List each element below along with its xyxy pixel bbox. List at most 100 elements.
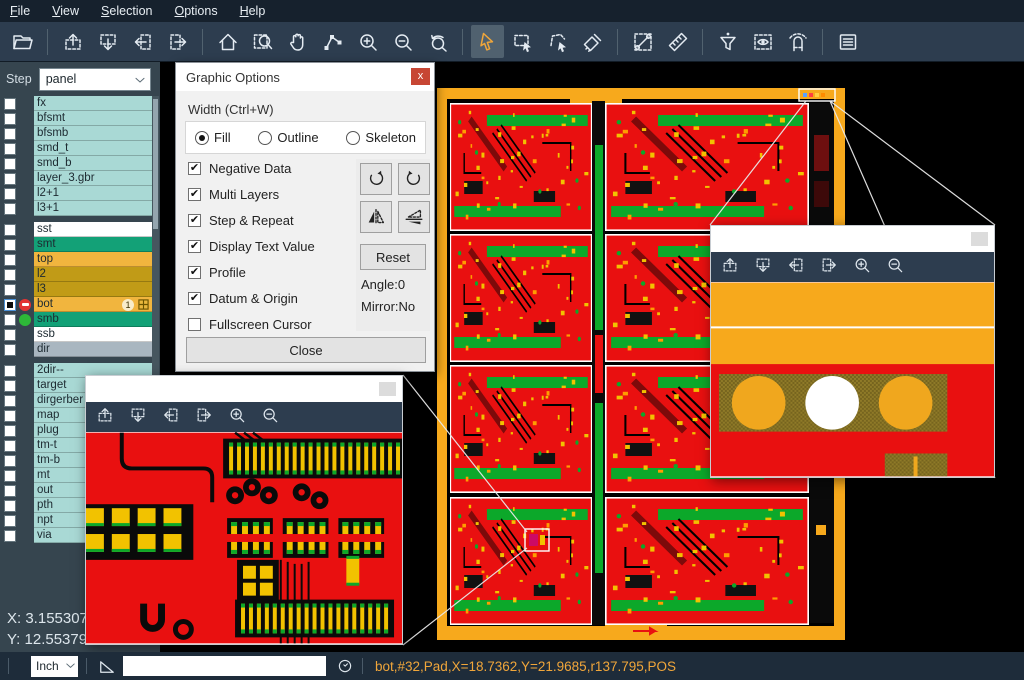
- layer-row-sst[interactable]: sst: [0, 222, 152, 237]
- dialog-title-bar[interactable]: Graphic Options x: [176, 63, 434, 91]
- layer-row-layer-3-gbr[interactable]: layer_3.gbr: [0, 171, 152, 186]
- layer-visibility-checkbox[interactable]: [4, 314, 16, 326]
- checkbox-box[interactable]: ✔: [188, 240, 201, 253]
- pan-tool-button[interactable]: [281, 25, 314, 58]
- layer-label[interactable]: bfsmt: [34, 111, 152, 126]
- checkbox-multi-layers[interactable]: ✔Multi Layers: [188, 187, 279, 202]
- layer-label[interactable]: l3+1: [34, 201, 152, 216]
- layer-label[interactable]: fx: [34, 96, 152, 111]
- flip-slope-button[interactable]: [398, 201, 430, 233]
- zoom-in-button[interactable]: [227, 405, 247, 430]
- select-tool-button[interactable]: [471, 25, 504, 58]
- zoom-window-title-bar[interactable]: [86, 376, 402, 402]
- zoom-in-button[interactable]: [852, 255, 872, 280]
- layer-visibility-checkbox[interactable]: [4, 380, 16, 392]
- layer-row-smd-t[interactable]: smd_t: [0, 141, 152, 156]
- menu-item-selection[interactable]: Selection: [101, 4, 152, 18]
- refresh-icon[interactable]: [336, 657, 354, 675]
- layer-row-fx[interactable]: fx: [0, 96, 152, 111]
- layer-visibility-checkbox[interactable]: [4, 455, 16, 467]
- checkbox-box[interactable]: ✔: [188, 162, 201, 175]
- radio-dot[interactable]: [195, 131, 209, 145]
- zoom-window-menu-button[interactable]: [971, 232, 988, 246]
- layer-visibility-checkbox[interactable]: [4, 299, 16, 311]
- measure-distance-button[interactable]: [626, 25, 659, 58]
- layer-visibility-checkbox[interactable]: [4, 425, 16, 437]
- unit-select[interactable]: Inch: [31, 656, 78, 677]
- layer-visibility-checkbox[interactable]: [4, 173, 16, 185]
- layer-visibility-checkbox[interactable]: [4, 515, 16, 527]
- zoom-window-pad[interactable]: [710, 225, 995, 478]
- shift-left-button[interactable]: [786, 255, 806, 280]
- rotate-cw-button[interactable]: [360, 163, 392, 195]
- layer-row-smt[interactable]: smt: [0, 237, 152, 252]
- layer-row-smb[interactable]: smb: [0, 312, 152, 327]
- layer-label[interactable]: top: [34, 252, 152, 267]
- shift-left-button[interactable]: [161, 405, 181, 430]
- zoom-window-button[interactable]: [246, 25, 279, 58]
- zoom-in-button[interactable]: [351, 25, 384, 58]
- layer-row-bfsmb[interactable]: bfsmb: [0, 126, 152, 141]
- properties-panel-button[interactable]: [831, 25, 864, 58]
- layer-label[interactable]: smt: [34, 237, 152, 252]
- shift-down-button[interactable]: [753, 255, 773, 280]
- layer-label[interactable]: smb: [34, 312, 152, 327]
- layer-visibility-checkbox[interactable]: [4, 239, 16, 251]
- ruler-button[interactable]: [661, 25, 694, 58]
- zoom-previous-button[interactable]: [421, 25, 454, 58]
- layer-visibility-checkbox[interactable]: [4, 329, 16, 341]
- menu-item-file[interactable]: File: [10, 4, 30, 18]
- shift-up-button[interactable]: [720, 255, 740, 280]
- zoom-window-menu-button[interactable]: [379, 382, 396, 396]
- checkbox-fullscreen-cursor[interactable]: Fullscreen Cursor: [188, 317, 312, 332]
- zoom-window-title-bar[interactable]: [711, 226, 994, 252]
- checkbox-box[interactable]: ✔: [188, 266, 201, 279]
- reset-button[interactable]: Reset: [360, 244, 426, 270]
- checkbox-box[interactable]: [188, 318, 201, 331]
- filter-button[interactable]: [711, 25, 744, 58]
- layer-visibility-checkbox[interactable]: [4, 128, 16, 140]
- radio-outline[interactable]: Outline: [258, 130, 318, 145]
- snap-button[interactable]: [781, 25, 814, 58]
- layer-visibility-checkbox[interactable]: [4, 143, 16, 155]
- pan-left-button[interactable]: [126, 25, 159, 58]
- layer-label[interactable]: sst: [34, 222, 152, 237]
- shift-right-button[interactable]: [819, 255, 839, 280]
- layer-row-l3[interactable]: l3: [0, 282, 152, 297]
- layer-visibility-checkbox[interactable]: [4, 188, 16, 200]
- layer-visibility-checkbox[interactable]: [4, 113, 16, 125]
- layer-label[interactable]: l2: [34, 267, 152, 282]
- checkbox-box[interactable]: ✔: [188, 292, 201, 305]
- checkbox-profile[interactable]: ✔Profile: [188, 265, 246, 280]
- checkbox-step-repeat[interactable]: ✔Step & Repeat: [188, 213, 294, 228]
- layer-visibility-checkbox[interactable]: [4, 344, 16, 356]
- zoom-out-button[interactable]: [260, 405, 280, 430]
- open-button[interactable]: [6, 25, 39, 58]
- polygon-select-button[interactable]: [541, 25, 574, 58]
- layer-visibility-checkbox[interactable]: [4, 365, 16, 377]
- layer-label[interactable]: smd_t: [34, 141, 152, 156]
- menu-item-help[interactable]: Help: [240, 4, 266, 18]
- dialog-close-button[interactable]: x: [411, 68, 430, 85]
- layer-row-dir[interactable]: dir: [0, 342, 152, 357]
- layer-visibility-checkbox[interactable]: [4, 410, 16, 422]
- layer-label[interactable]: bot1: [34, 297, 152, 312]
- layer-row-bot[interactable]: bot1: [0, 297, 152, 312]
- layer-row-top[interactable]: top: [0, 252, 152, 267]
- layer-row-ssb[interactable]: ssb: [0, 327, 152, 342]
- layer-row-smd-b[interactable]: smd_b: [0, 156, 152, 171]
- layer-visibility-checkbox[interactable]: [4, 485, 16, 497]
- layer-row-bfsmt[interactable]: bfsmt: [0, 111, 152, 126]
- layer-visibility-checkbox[interactable]: [4, 284, 16, 296]
- layer-row-l2-1[interactable]: l2+1: [0, 186, 152, 201]
- layer-visibility-checkbox[interactable]: [4, 98, 16, 110]
- layer-visibility-checkbox[interactable]: [4, 203, 16, 215]
- layer-visibility-checkbox[interactable]: [4, 530, 16, 542]
- layer-label[interactable]: layer_3.gbr: [34, 171, 152, 186]
- step-select[interactable]: panel: [39, 68, 151, 91]
- close-button[interactable]: Close: [186, 337, 426, 363]
- radio-fill[interactable]: Fill: [195, 130, 231, 145]
- radio-dot[interactable]: [346, 131, 360, 145]
- path-tool-button[interactable]: [316, 25, 349, 58]
- layer-row-l3-1[interactable]: l3+1: [0, 201, 152, 216]
